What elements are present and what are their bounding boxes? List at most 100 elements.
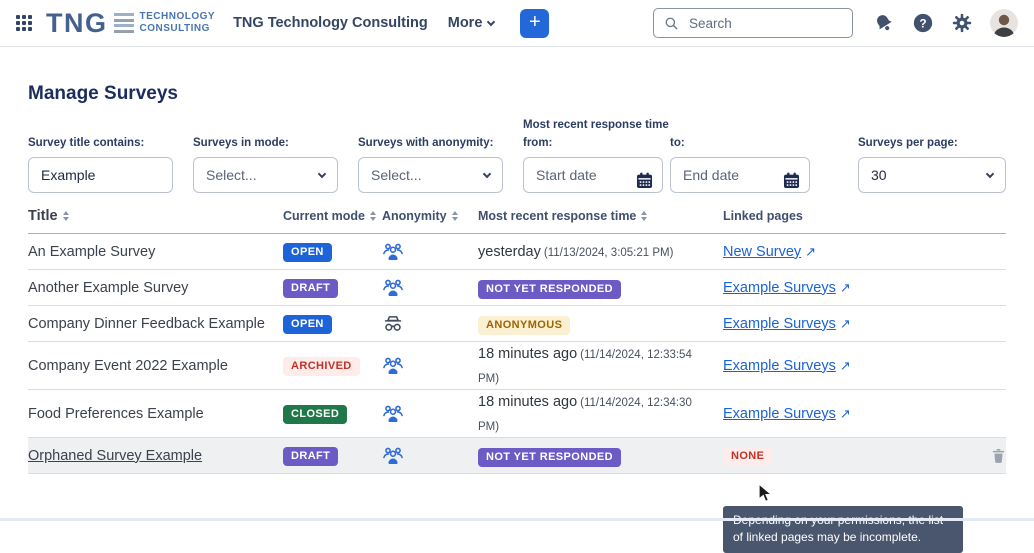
col-response-time[interactable]: Most recent response time — [478, 207, 723, 225]
filter-anonymity: Surveys with anonymity: Select... — [358, 137, 503, 193]
external-link-icon: ↗ — [805, 244, 816, 259]
end-date-input[interactable] — [670, 157, 810, 193]
mode-badge: DRAFT — [283, 279, 338, 298]
external-link-icon: ↗ — [840, 406, 851, 421]
app-switcher-icon[interactable] — [16, 15, 32, 31]
logo-text: TNG — [46, 10, 108, 37]
more-menu[interactable]: More — [448, 15, 495, 31]
space-link[interactable]: TNG Technology Consulting — [233, 15, 428, 31]
mode-badge: OPEN — [283, 243, 332, 262]
linked-page-link[interactable]: Example Surveys — [723, 358, 836, 374]
col-current-mode[interactable]: Current mode — [283, 209, 380, 223]
survey-title[interactable]: Another Example Survey — [28, 280, 283, 296]
search-input[interactable] — [687, 15, 842, 32]
mode-badge: DRAFT — [283, 447, 338, 466]
response-timestamp: (11/13/2024, 3:05:21 PM) — [544, 247, 674, 259]
filter-to: to: — [670, 137, 810, 193]
sort-icon[interactable] — [641, 211, 647, 221]
topbar: TNG TECHNOLOGY CONSULTING TNG Technology… — [0, 0, 1034, 47]
response-time: 18 minutes ago — [478, 346, 577, 362]
chevron-down-icon — [483, 169, 491, 177]
create-button[interactable]: + — [520, 9, 549, 38]
survey-title[interactable]: Company Dinner Feedback Example — [28, 316, 283, 332]
table-row[interactable]: Another Example Survey DRAFT NOT YET RES… — [28, 270, 1006, 306]
search-icon — [664, 16, 679, 31]
response-time: yesterday — [478, 244, 541, 260]
settings-gear-icon[interactable] — [951, 12, 973, 34]
filter-bar: Survey title contains: Surveys in mode: … — [28, 119, 1006, 193]
filter-anonymity-label: Surveys with anonymity: — [358, 137, 503, 149]
chevron-down-icon — [986, 169, 994, 177]
table-row[interactable]: Company Dinner Feedback Example OPEN ANO… — [28, 306, 1006, 342]
from-label: from: — [523, 137, 663, 149]
start-date-input[interactable] — [523, 157, 663, 193]
external-link-icon: ↗ — [840, 316, 851, 331]
notifications-bell-icon[interactable] — [873, 12, 895, 34]
mode-badge: OPEN — [283, 315, 332, 334]
group-icon — [382, 278, 404, 298]
filter-mode: Surveys in mode: Select... — [193, 137, 338, 193]
response-status-badge: ANONYMOUS — [478, 316, 570, 335]
filter-title-contains: Survey title contains: — [28, 137, 173, 193]
col-linked-pages: Linked pages — [723, 209, 976, 223]
filter-from: from: — [523, 137, 663, 193]
table-header: Title Current mode Anonymity Most recent… — [28, 207, 1006, 234]
more-label: More — [448, 15, 483, 31]
per-page-select[interactable]: 30 — [858, 157, 1006, 193]
to-label: to: — [670, 137, 810, 149]
help-icon[interactable]: ? — [912, 12, 934, 34]
group-icon — [382, 404, 404, 424]
external-link-icon: ↗ — [840, 280, 851, 295]
sort-icon[interactable] — [63, 211, 69, 221]
table-row[interactable]: Company Event 2022 Example ARCHIVED 18 m… — [28, 342, 1006, 390]
group-icon — [382, 242, 404, 262]
logo-bars-icon — [114, 13, 134, 33]
filter-per-page: Surveys per page: 30 — [858, 137, 1006, 193]
col-title[interactable]: Title — [28, 208, 283, 224]
response-time-group-label: Most recent response time — [523, 119, 810, 131]
mode-badge: CLOSED — [283, 405, 347, 424]
linked-page-link[interactable]: Example Surveys — [723, 406, 836, 422]
response-time: 18 minutes ago — [478, 394, 577, 410]
group-icon — [382, 446, 404, 466]
table-row[interactable]: Orphaned Survey Example DRAFT NOT YET RE… — [28, 438, 1006, 474]
anonymity-select[interactable]: Select... — [358, 157, 503, 193]
topbar-actions: ? — [873, 9, 1018, 37]
survey-title[interactable]: Company Event 2022 Example — [28, 358, 283, 374]
search-box[interactable] — [653, 8, 853, 38]
sort-icon[interactable] — [452, 211, 458, 221]
table-row[interactable]: An Example Survey OPEN yesterday(11/13/2… — [28, 234, 1006, 270]
group-icon — [382, 356, 404, 376]
logo-subtitle: TECHNOLOGY CONSULTING — [140, 11, 216, 36]
tng-logo[interactable]: TNG TECHNOLOGY CONSULTING — [46, 10, 215, 37]
survey-title[interactable]: An Example Survey — [28, 244, 283, 260]
response-status-badge: NOT YET RESPONDED — [478, 448, 621, 467]
linked-none-badge: NONE — [723, 447, 772, 466]
page-title: Manage Surveys — [28, 83, 1006, 105]
filter-mode-label: Surveys in mode: — [193, 137, 338, 149]
survey-title[interactable]: Food Preferences Example — [28, 406, 283, 422]
title-contains-input[interactable] — [28, 157, 173, 193]
linked-page-link[interactable]: Example Surveys — [723, 280, 836, 296]
main-content: Manage Surveys Survey title contains: Su… — [0, 83, 1034, 474]
col-anonymity[interactable]: Anonymity — [380, 209, 478, 223]
mode-select[interactable]: Select... — [193, 157, 338, 193]
response-status-badge: NOT YET RESPONDED — [478, 280, 621, 299]
external-link-icon: ↗ — [840, 358, 851, 373]
mode-badge: ARCHIVED — [283, 357, 360, 376]
svg-text:?: ? — [919, 16, 926, 30]
chevron-down-icon — [318, 169, 326, 177]
sort-icon[interactable] — [370, 211, 376, 221]
per-page-label: Surveys per page: — [858, 137, 1006, 149]
table-row[interactable]: Food Preferences Example CLOSED 18 minut… — [28, 390, 1006, 438]
linked-page-link[interactable]: Example Surveys — [723, 316, 836, 332]
user-avatar[interactable] — [990, 9, 1018, 37]
survey-title[interactable]: Orphaned Survey Example — [28, 448, 283, 464]
incognito-icon — [382, 314, 404, 334]
filter-response-time: Most recent response time from: to: — [523, 119, 810, 193]
linked-page-link[interactable]: New Survey — [723, 244, 801, 260]
linked-pages-tooltip: Depending on your permissions, the list … — [723, 506, 963, 553]
chevron-down-icon — [487, 17, 495, 25]
delete-trash-icon[interactable] — [991, 447, 1006, 464]
filter-title-label: Survey title contains: — [28, 137, 173, 149]
